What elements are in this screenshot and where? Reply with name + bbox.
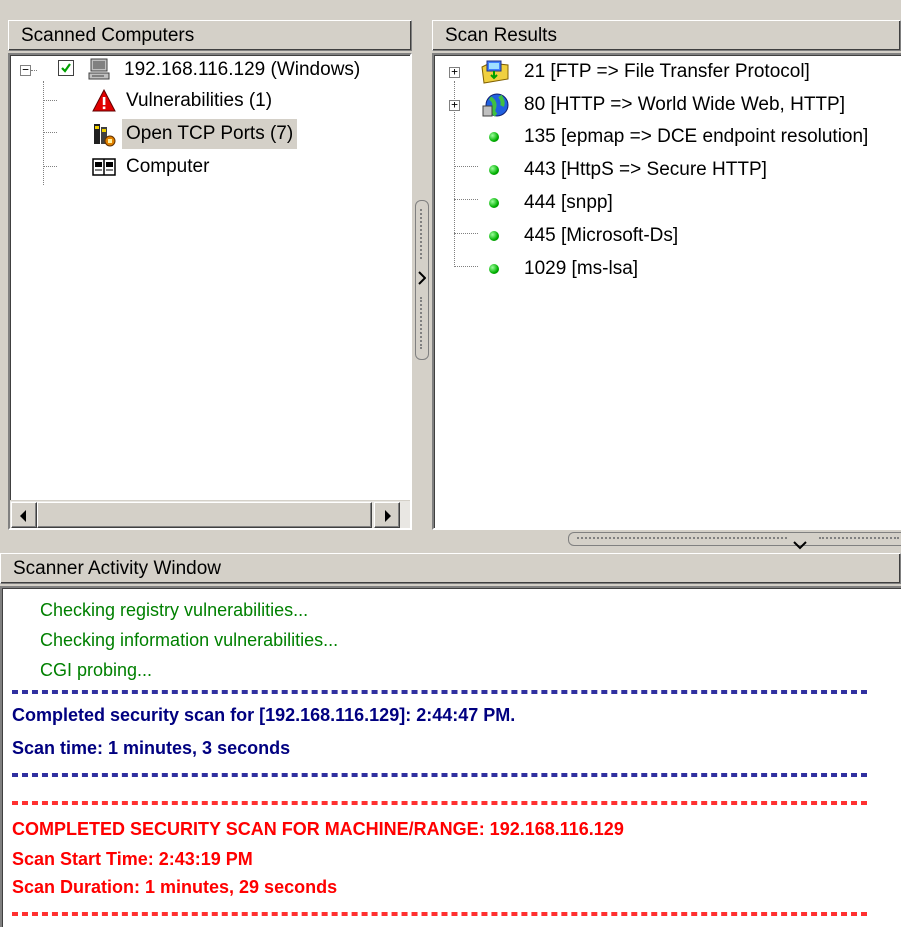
grip-dots [420, 209, 422, 259]
log-separator [12, 912, 867, 916]
result-label[interactable]: 443 [HttpS => Secure HTTP] [524, 155, 767, 185]
green-dot-icon [489, 264, 499, 274]
scroll-left-button[interactable] [11, 502, 37, 528]
tree-node-vulnerabilities[interactable]: Vulnerabilities (1) [10, 86, 410, 116]
tree-node-open-tcp-ports[interactable]: Open TCP Ports (7) [10, 119, 410, 149]
horizontal-splitter-handle[interactable] [568, 532, 901, 550]
scan-results-tree[interactable]: + 21 [FTP => File Transfer Protocol] + 8… [432, 53, 901, 530]
vertical-splitter-handle[interactable] [415, 200, 429, 360]
tree-node-computer-info[interactable]: Computer [10, 152, 410, 182]
horizontal-scrollbar[interactable] [10, 500, 410, 528]
collapse-right-icon[interactable] [418, 269, 427, 291]
result-port-135[interactable]: 135 [epmap => DCE endpoint resolution] [434, 122, 899, 152]
result-port-21[interactable]: + 21 [FTP => File Transfer Protocol] [434, 57, 899, 87]
log-scan-time: Scan time: 1 minutes, 3 seconds [12, 738, 291, 758]
vulnerabilities-label[interactable]: Vulnerabilities (1) [126, 86, 272, 116]
scroll-thumb[interactable] [37, 502, 372, 528]
grip-dots [577, 537, 787, 539]
expand-icon[interactable]: + [449, 66, 460, 78]
arrow-left-icon [20, 510, 26, 522]
log-separator [12, 801, 867, 805]
computer-info-icon [92, 157, 116, 187]
result-label[interactable]: 21 [FTP => File Transfer Protocol] [524, 57, 810, 87]
result-label[interactable]: 1029 [ms-lsa] [524, 254, 638, 284]
open-tcp-ports-label[interactable]: Open TCP Ports (7) [122, 119, 298, 149]
result-label[interactable]: 80 [HTTP => World Wide Web, HTTP] [524, 90, 845, 120]
tree-node-computer[interactable]: − 192.168.116.129 (Windows) [10, 55, 410, 85]
result-label[interactable]: 444 [snpp] [524, 188, 613, 218]
result-port-444[interactable]: 444 [snpp] [434, 188, 899, 218]
log-separator [12, 773, 867, 777]
scan-results-title: Scan Results [445, 25, 557, 46]
scanned-computers-header: Scanned Computers [8, 20, 412, 51]
grip-dots [420, 297, 422, 349]
grip-dots [819, 537, 899, 539]
result-port-80[interactable]: + 80 [HTTP => World Wide Web, HTTP] [434, 90, 899, 120]
log-duration: Scan Duration: 1 minutes, 29 seconds [12, 877, 338, 897]
result-port-443[interactable]: 443 [HttpS => Secure HTTP] [434, 155, 899, 185]
activity-window-title: Scanner Activity Window [13, 558, 222, 579]
scanned-computers-tree[interactable]: − 192.168.116.129 (Windows) Vulnerabilit… [8, 53, 412, 530]
green-dot-icon [489, 231, 499, 241]
log-separator [12, 690, 867, 694]
checkbox-checked-icon[interactable] [58, 60, 74, 76]
log-start-time: Scan Start Time: 2:43:19 PM [12, 849, 253, 869]
result-port-445[interactable]: 445 [Microsoft-Ds] [434, 221, 899, 251]
green-dot-icon [489, 198, 499, 208]
log-summary-title: COMPLETED SECURITY SCAN FOR MACHINE/RANG… [12, 819, 624, 839]
activity-window-header: Scanner Activity Window [0, 553, 901, 584]
computer-label[interactable]: 192.168.116.129 (Windows) [124, 55, 360, 85]
green-dot-icon [489, 165, 499, 175]
scroll-right-button[interactable] [374, 502, 400, 528]
activity-log[interactable]: Checking registry vulnerabilities... Che… [0, 586, 901, 927]
log-progress-line: Checking registry vulnerabilities... [40, 600, 309, 620]
log-completed-line: Completed security scan for [192.168.116… [12, 705, 516, 725]
arrow-right-icon [385, 510, 391, 522]
warning-icon [92, 88, 116, 123]
computer-info-label[interactable]: Computer [126, 152, 209, 182]
expand-icon[interactable]: + [449, 99, 460, 111]
result-label[interactable]: 445 [Microsoft-Ds] [524, 221, 678, 251]
result-label[interactable]: 135 [epmap => DCE endpoint resolution] [524, 122, 868, 152]
scanned-computers-title: Scanned Computers [21, 25, 195, 46]
green-dot-icon [489, 132, 499, 142]
result-port-1029[interactable]: 1029 [ms-lsa] [434, 254, 899, 284]
collapse-icon[interactable]: − [20, 64, 31, 76]
log-progress-line: Checking information vulnerabilities... [40, 630, 339, 650]
log-progress-line: CGI probing... [40, 660, 153, 680]
scan-results-header: Scan Results [432, 20, 901, 51]
